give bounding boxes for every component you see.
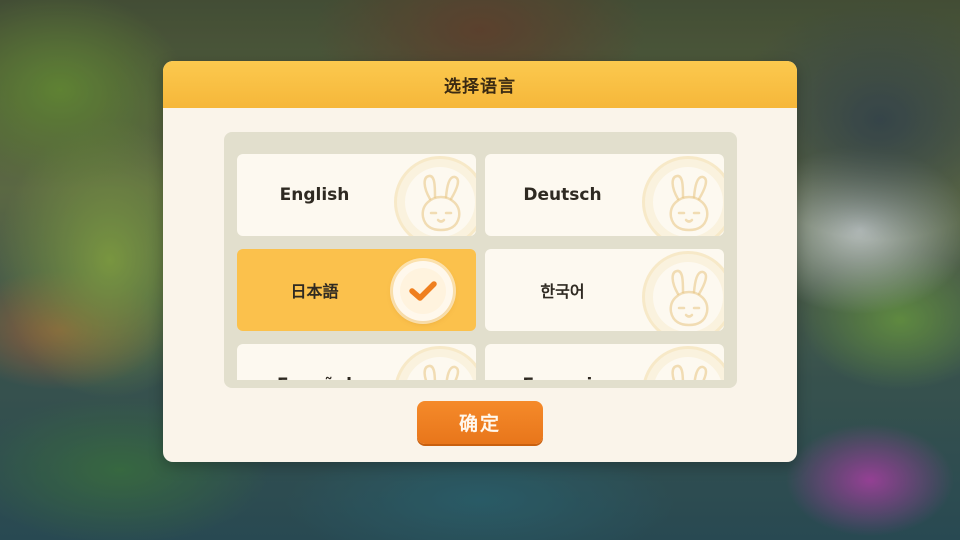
language-option[interactable]: 日本語 [237,249,476,331]
language-option[interactable]: 한국어 [485,249,724,331]
language-list-viewport: English Deutsch 日本語 한국어 Español Français [224,132,737,380]
language-label: Deutsch [523,185,602,205]
bunny-coin-icon [394,156,476,236]
language-grid: English Deutsch 日本語 한국어 Español Français [237,154,724,380]
language-label: Français [485,344,640,380]
language-list[interactable]: English Deutsch 日本語 한국어 Español Français [224,132,737,388]
language-select-dialog: 选择语言 English Deutsch 日本語 한국어 Español Français… [163,61,797,462]
dialog-title: 选择语言 [444,77,516,97]
confirm-button[interactable]: 确定 [417,401,543,444]
language-option[interactable]: English [237,154,476,236]
language-label: English [279,185,350,205]
bunny-coin-icon [394,346,476,380]
bunny-coin-icon [642,346,724,380]
bunny-coin-icon [642,156,724,236]
language-label: 한국어 [540,282,585,301]
language-option[interactable]: Español [237,344,476,380]
language-label: 日本語 [290,282,339,301]
dialog-header: 选择语言 [163,61,797,108]
language-label: Español [237,344,392,380]
bunny-coin-icon [642,251,724,331]
checkmark-icon [400,268,446,314]
language-option[interactable]: Deutsch [485,154,724,236]
selected-check-badge [393,261,453,321]
language-option[interactable]: Français [485,344,724,380]
